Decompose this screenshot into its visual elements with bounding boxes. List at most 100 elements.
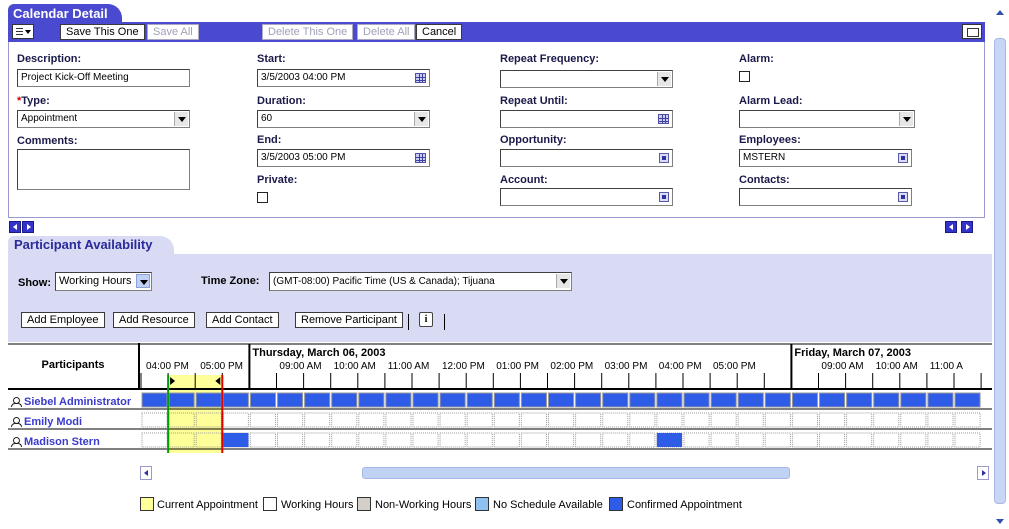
scroll-up-icon[interactable]	[995, 8, 1005, 18]
calendar-icon[interactable]	[415, 153, 426, 163]
scroll-down-icon[interactable]	[995, 516, 1005, 526]
toolbar-separator	[408, 314, 409, 330]
availability-cell	[304, 392, 331, 408]
type-label: *Type:	[17, 95, 50, 107]
time-label: 04:00 PM	[146, 361, 189, 372]
legend-swatch-current-appointment	[140, 497, 154, 511]
chevron-down-icon[interactable]	[657, 72, 671, 86]
participant-name[interactable]: Emily Modi	[24, 416, 82, 428]
next-record-icon[interactable]	[961, 221, 973, 233]
repeat-frequency-label: Repeat Frequency:	[500, 53, 600, 65]
delete-this-one-button[interactable]: Delete This One	[262, 24, 354, 40]
availability-cell	[873, 412, 900, 428]
repeat-frequency-select[interactable]	[500, 70, 673, 88]
cancel-button[interactable]: Cancel	[416, 24, 463, 40]
participant-name[interactable]: Madison Stern	[24, 436, 100, 448]
availability-cell	[493, 412, 520, 428]
availability-cell	[358, 412, 385, 428]
add-contact-button[interactable]: Add Contact	[206, 312, 279, 328]
availability-cell	[439, 412, 466, 428]
day-title: Thursday, March 06, 2003	[252, 347, 385, 359]
previous-record-icon[interactable]	[9, 221, 21, 233]
availability-cell	[575, 412, 602, 428]
availability-cell	[304, 412, 331, 428]
horizontal-scroll-thumb[interactable]	[362, 467, 790, 479]
vertical-scroll-thumb[interactable]	[994, 38, 1006, 504]
private-checkbox[interactable]	[257, 192, 268, 203]
next-record-icon[interactable]	[22, 221, 34, 233]
busy-block	[656, 433, 682, 447]
availability-grid: 04:00 PM 05:00 PM Thursday, March 06, 2003…	[8, 343, 992, 453]
add-resource-button[interactable]: Add Resource	[113, 312, 195, 328]
participant-row[interactable]: Emily Modi	[8, 413, 140, 432]
legend-swatch-non-working-hours	[357, 497, 371, 511]
availability-cell	[141, 412, 168, 428]
availability-cell	[385, 432, 412, 448]
layout-toggle-button[interactable]	[962, 24, 982, 39]
time-label: 12:00 PM	[442, 361, 485, 372]
time-label: 02:00 PM	[550, 361, 593, 372]
pick-icon[interactable]	[898, 192, 908, 202]
participant-name[interactable]: Siebel Administrator	[24, 396, 131, 408]
type-select[interactable]: Appointment	[17, 110, 190, 128]
previous-record-icon[interactable]	[945, 221, 957, 233]
availability-cell	[520, 392, 548, 408]
pick-icon[interactable]	[898, 153, 908, 163]
applet-menu-button[interactable]	[12, 24, 34, 39]
remove-participant-button[interactable]: Remove Participant	[295, 312, 403, 328]
chevron-down-icon[interactable]	[136, 274, 150, 288]
end-field[interactable]: 3/5/2003 05:00 PM	[257, 149, 430, 167]
chevron-down-icon[interactable]	[899, 112, 913, 126]
availability-cell	[141, 392, 168, 408]
pick-icon[interactable]	[659, 192, 669, 202]
availability-cell	[900, 412, 927, 428]
menu-lines-icon	[16, 28, 23, 35]
scroll-left-icon[interactable]	[140, 466, 152, 480]
participant-row[interactable]: Madison Stern	[8, 433, 140, 452]
delete-all-button[interactable]: Delete All	[357, 24, 416, 40]
duration-select[interactable]: 60	[257, 110, 430, 128]
calendar-icon[interactable]	[658, 114, 669, 124]
calendar-icon[interactable]	[415, 73, 426, 83]
chevron-down-icon[interactable]	[174, 112, 188, 126]
opportunity-field[interactable]	[500, 149, 673, 167]
availability-cell	[439, 392, 466, 408]
participant-row[interactable]: Siebel Administrator	[8, 393, 140, 412]
info-icon[interactable]: i	[419, 312, 433, 327]
save-all-button[interactable]: Save All	[147, 24, 199, 40]
legend-swatch-no-schedule	[475, 497, 489, 511]
person-icon	[11, 437, 22, 447]
availability-cell	[331, 412, 358, 428]
pick-icon[interactable]	[659, 153, 669, 163]
availability-cell	[249, 412, 276, 428]
alarm-lead-select[interactable]	[739, 110, 915, 128]
availability-cell	[927, 432, 954, 448]
availability-cell	[737, 412, 764, 428]
add-employee-button[interactable]: Add Employee	[21, 312, 105, 328]
show-select[interactable]: Working Hours	[55, 272, 152, 291]
save-this-one-button[interactable]: Save This One	[60, 24, 145, 40]
chevron-down-icon[interactable]	[414, 112, 428, 126]
contacts-field[interactable]	[739, 188, 912, 206]
repeat-until-field[interactable]	[500, 110, 673, 128]
availability-cell	[548, 432, 575, 448]
availability-cell	[737, 432, 764, 448]
employees-field[interactable]: MSTERN	[739, 149, 912, 167]
availability-cell	[710, 432, 737, 448]
availability-cell	[819, 392, 846, 408]
employees-label: Employees:	[739, 134, 801, 146]
description-field[interactable]: Project Kick-Off Meeting	[17, 69, 190, 87]
time-zone-select[interactable]: (GMT-08:00) Pacific Time (US & Canada); …	[269, 272, 572, 291]
alarm-checkbox[interactable]	[739, 71, 750, 82]
scroll-right-icon[interactable]	[977, 466, 989, 480]
toolbar-separator	[444, 314, 445, 330]
calendar-detail-title: Calendar Detail	[13, 6, 108, 21]
availability-cell	[629, 412, 656, 428]
account-field[interactable]	[500, 188, 673, 206]
chevron-down-icon[interactable]	[556, 274, 570, 288]
start-field[interactable]: 3/5/2003 04:00 PM	[257, 69, 430, 87]
availability-cell	[846, 412, 873, 428]
page-vertical-scrollbar[interactable]	[993, 4, 1007, 526]
time-label: 03:00 PM	[605, 361, 648, 372]
comments-textarea[interactable]	[17, 149, 190, 190]
